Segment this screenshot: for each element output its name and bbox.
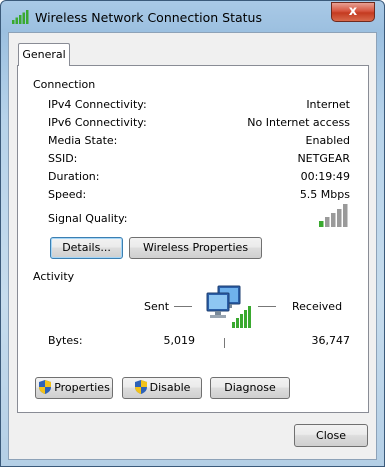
ssid-label: SSID:	[48, 152, 78, 165]
signal-quality-bars-icon	[319, 204, 348, 227]
media-state-label: Media State:	[48, 134, 118, 147]
network-computers-icon	[206, 285, 251, 328]
received-label: Received	[292, 300, 343, 313]
ipv6-value: No Internet access	[247, 116, 350, 129]
signal-bar-2	[325, 217, 330, 227]
wireless-signal-icon	[12, 10, 29, 24]
activity-divider	[82, 277, 356, 278]
sent-line	[174, 306, 192, 307]
ipv4-label: IPv4 Connectivity:	[48, 98, 147, 111]
speed-label: Speed:	[48, 188, 87, 201]
close-icon: x	[348, 4, 358, 19]
uac-shield-icon	[39, 380, 52, 394]
general-tab-panel: Connection IPv4 Connectivity: Internet I…	[17, 65, 369, 413]
window-title: Wireless Network Connection Status	[35, 10, 262, 25]
duration-value: 00:19:49	[300, 170, 350, 183]
dialog-window: Wireless Network Connection Status x Gen…	[0, 0, 385, 467]
signal-bar-1	[319, 221, 324, 227]
ipv6-label: IPv6 Connectivity:	[48, 116, 147, 129]
tab-general[interactable]: General	[18, 43, 70, 66]
uac-shield-icon	[134, 380, 147, 394]
media-state-value: Enabled	[305, 134, 350, 147]
window-close-button[interactable]: x	[331, 2, 375, 22]
ipv4-value: Internet	[306, 98, 350, 111]
properties-button[interactable]: Properties	[35, 377, 113, 399]
activity-group-label: Activity	[33, 270, 75, 283]
properties-button-label: Properties	[54, 381, 110, 394]
details-button[interactable]: Details...	[50, 237, 123, 259]
close-button[interactable]: Close	[294, 424, 368, 447]
signal-quality-label: Signal Quality:	[48, 212, 128, 225]
signal-bar-4	[337, 209, 342, 227]
duration-label: Duration:	[48, 170, 100, 183]
bytes-received-value: 36,747	[311, 334, 351, 347]
connection-group-label: Connection	[33, 78, 96, 91]
bytes-separator	[224, 338, 225, 348]
sent-label: Sent	[144, 300, 170, 313]
received-line	[258, 306, 276, 307]
signal-bar-3	[331, 213, 336, 227]
bytes-sent-value: 5,019	[163, 334, 196, 347]
speed-value: 5.5 Mbps	[299, 188, 350, 201]
connection-divider	[100, 85, 356, 86]
bytes-label: Bytes:	[48, 334, 83, 347]
wireless-properties-button[interactable]: Wireless Properties	[129, 237, 262, 259]
ssid-value: NETGEAR	[297, 152, 350, 165]
title-bar[interactable]: Wireless Network Connection Status x	[1, 1, 384, 33]
dialog-client-area: General Connection IPv4 Connectivity: In…	[8, 32, 377, 460]
diagnose-button[interactable]: Diagnose	[210, 377, 290, 399]
disable-button[interactable]: Disable	[122, 377, 202, 399]
signal-bar-5	[343, 204, 348, 227]
disable-button-label: Disable	[149, 381, 191, 394]
